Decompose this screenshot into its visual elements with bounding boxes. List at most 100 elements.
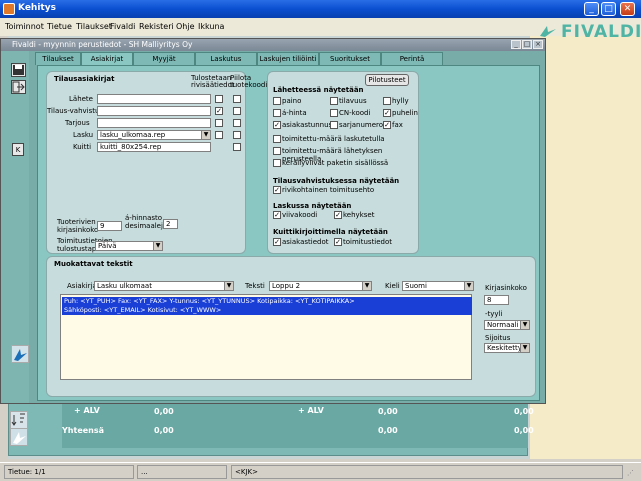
asiakastunnus-checkbox[interactable]: ✓ xyxy=(273,121,281,129)
child-title-bar: Fivaldi - myynnin perustiedot - SH Malli… xyxy=(1,39,545,51)
hylly-checkbox[interactable] xyxy=(383,97,391,105)
status-record: Tietue: 1/1 xyxy=(4,465,134,479)
sarjanumerot-checkbox[interactable] xyxy=(330,121,338,129)
lahete-rivisaa-checkbox[interactable] xyxy=(215,95,223,103)
tab-myyjat[interactable]: Myyjät xyxy=(133,52,195,65)
menu-ikkuna[interactable]: Ikkuna xyxy=(198,22,224,31)
fivaldi-logo-icon xyxy=(540,26,556,37)
kuitti-header: Kuittikirjoittimella näytetään xyxy=(273,228,388,236)
alv-label-2: + ALV xyxy=(298,406,324,415)
cn-koodi-checkbox[interactable] xyxy=(330,109,338,117)
tab-suoritukset[interactable]: Suoritukset xyxy=(319,52,381,65)
tarjous-rivisaa-checkbox[interactable] xyxy=(215,119,223,127)
lasku-label: Lasku xyxy=(73,131,94,139)
tilausvahvistus-piilota-checkbox[interactable] xyxy=(233,107,241,115)
sort-icon[interactable] xyxy=(10,411,28,429)
tab-tilaukset[interactable]: Tilaukset xyxy=(35,52,81,65)
teksti-combo[interactable]: Loppu 2 ▼ xyxy=(269,281,372,291)
tab-laskujen-tiliointi[interactable]: Laskujen tiliöinti xyxy=(257,52,319,65)
tilausasiakirjat-group: Tilausasiakirjat Tulostetaan rivisäätied… xyxy=(46,71,267,254)
viivakoodi-checkbox[interactable]: ✓ xyxy=(273,211,281,219)
close-button[interactable]: ✕ xyxy=(620,2,635,16)
kieli-value: Suomi xyxy=(405,282,427,290)
maximize-button[interactable]: □ xyxy=(601,2,616,16)
tab-asiakirjat[interactable]: Asiakirjat xyxy=(81,52,133,66)
lahete-piilota-checkbox[interactable] xyxy=(233,95,241,103)
menu-rekisteri[interactable]: Rekisteri xyxy=(139,22,174,31)
child-minimize-button[interactable]: _ xyxy=(511,40,521,49)
asiakirja-combo[interactable]: Lasku ulkomaat ▼ xyxy=(94,281,234,291)
tyyli-value: Normaali xyxy=(487,321,519,329)
yhteensa-value-2: 0,00 xyxy=(378,426,398,435)
minimize-button[interactable]: _ xyxy=(584,2,599,16)
viivakoodi-label: viivakoodi xyxy=(282,211,318,219)
teksti-value: Loppu 2 xyxy=(272,282,301,290)
sijoitus-combo[interactable]: Keskitetty ▼ xyxy=(484,343,530,353)
tuoterivien-field[interactable]: 9 xyxy=(97,221,122,231)
kehykset-checkbox[interactable]: ✓ xyxy=(334,211,342,219)
fax-checkbox[interactable]: ✓ xyxy=(383,121,391,129)
keraily-checkbox[interactable] xyxy=(273,159,281,167)
menu-tilaukset[interactable]: Tilaukset xyxy=(76,22,112,31)
ahinnasto-field[interactable]: 2 xyxy=(163,219,178,229)
menu-toiminnot[interactable]: Toiminnot xyxy=(5,22,44,31)
puhelin-label: puhelin xyxy=(392,109,418,117)
cn-koodi-label: CN-koodi xyxy=(339,109,371,117)
toimitus-combo[interactable]: Päivä ▼ xyxy=(95,241,163,251)
tab-row: Tilaukset Asiakirjat Myyjät Laskutus Las… xyxy=(29,52,545,66)
tarjous-field[interactable] xyxy=(97,118,211,128)
child-close-button[interactable]: × xyxy=(533,40,543,49)
status-kjk: <KJK> xyxy=(231,465,623,479)
kieli-label: Kieli xyxy=(385,282,400,290)
toimitettu-lahetyksen-checkbox[interactable] xyxy=(273,147,281,155)
kirjasinkoko-field[interactable]: 8 xyxy=(484,295,509,305)
sijoitus-label: Sijoitus xyxy=(485,334,511,342)
chevron-down-icon: ▼ xyxy=(362,282,371,290)
asiakastiedot-checkbox[interactable]: ✓ xyxy=(273,238,281,246)
toimitustiedot-checkbox[interactable]: ✓ xyxy=(334,238,342,246)
lasku-piilota-checkbox[interactable] xyxy=(233,131,241,139)
tarjous-piilota-checkbox[interactable] xyxy=(233,119,241,127)
tilausvahvistus-rivisaa-checkbox[interactable]: ✓ xyxy=(215,107,223,115)
child-maximize-button[interactable]: □ xyxy=(522,40,532,49)
chevron-down-icon: ▼ xyxy=(520,321,529,329)
a-hinta-checkbox[interactable] xyxy=(273,109,281,117)
fivaldi-side-logo-icon xyxy=(11,345,29,363)
kuitti-label: Kuitti xyxy=(73,143,92,151)
text-editor[interactable]: Puh: <YT_PUH> Fax: <YT_FAX> Y-tunnus: <Y… xyxy=(60,294,472,380)
totals-panel: + ALV 0,00 + ALV 0,00 0,00 Yhteensä 0,00… xyxy=(62,404,534,448)
kuitti-piilota-checkbox[interactable] xyxy=(233,143,241,151)
tyyli-label: -tyyli xyxy=(485,310,503,318)
tilavuus-label: tilavuus xyxy=(339,97,367,105)
tab-laskutus[interactable]: Laskutus xyxy=(195,52,257,65)
menu-ohje[interactable]: Ohje xyxy=(176,22,195,31)
tilausasiakirjat-header: Tilausasiakirjat xyxy=(54,75,115,83)
status-mid: ... xyxy=(137,465,227,479)
lahete-label: Lähete xyxy=(69,95,93,103)
menu-fivaldi[interactable]: Fivaldi xyxy=(110,22,135,31)
paino-checkbox[interactable] xyxy=(273,97,281,105)
tilausvahvistus-field[interactable] xyxy=(97,106,211,116)
menu-tietue[interactable]: Tietue xyxy=(47,22,72,31)
kieli-combo[interactable]: Suomi ▼ xyxy=(402,281,474,291)
toimitustiedot-label: toimitustiedot xyxy=(343,238,393,246)
tyyli-combo[interactable]: Normaali ▼ xyxy=(484,320,530,330)
rivikohtainen-label: rivikohtainen toimitusehto xyxy=(282,186,375,194)
lahete-field[interactable] xyxy=(97,94,211,104)
exit-icon[interactable] xyxy=(11,80,26,94)
lasku-combo[interactable]: lasku_ulkomaa.rep ▼ xyxy=(97,130,211,140)
save-icon[interactable] xyxy=(11,63,26,77)
kuitti-field[interactable]: kuitti_80x254.rep xyxy=(97,142,211,152)
alv-value-1: 0,00 xyxy=(154,407,174,416)
ahinnasto-label: á-hinnasto desimaaleja xyxy=(125,214,168,230)
pilotusteet-button[interactable]: Pilotusteet xyxy=(365,74,409,86)
k-button[interactable]: K xyxy=(12,143,24,156)
toimitettu-laskutetulla-checkbox[interactable] xyxy=(273,135,281,143)
tilavuus-checkbox[interactable] xyxy=(330,97,338,105)
rivikohtainen-checkbox[interactable]: ✓ xyxy=(273,186,281,194)
resize-grip-icon[interactable]: ⋰ xyxy=(627,469,637,479)
puhelin-checkbox[interactable]: ✓ xyxy=(383,109,391,117)
lasku-rivisaa-checkbox[interactable] xyxy=(215,131,223,139)
sijoitus-value: Keskitetty xyxy=(487,344,522,352)
tab-perinta[interactable]: Perintä xyxy=(381,52,443,65)
